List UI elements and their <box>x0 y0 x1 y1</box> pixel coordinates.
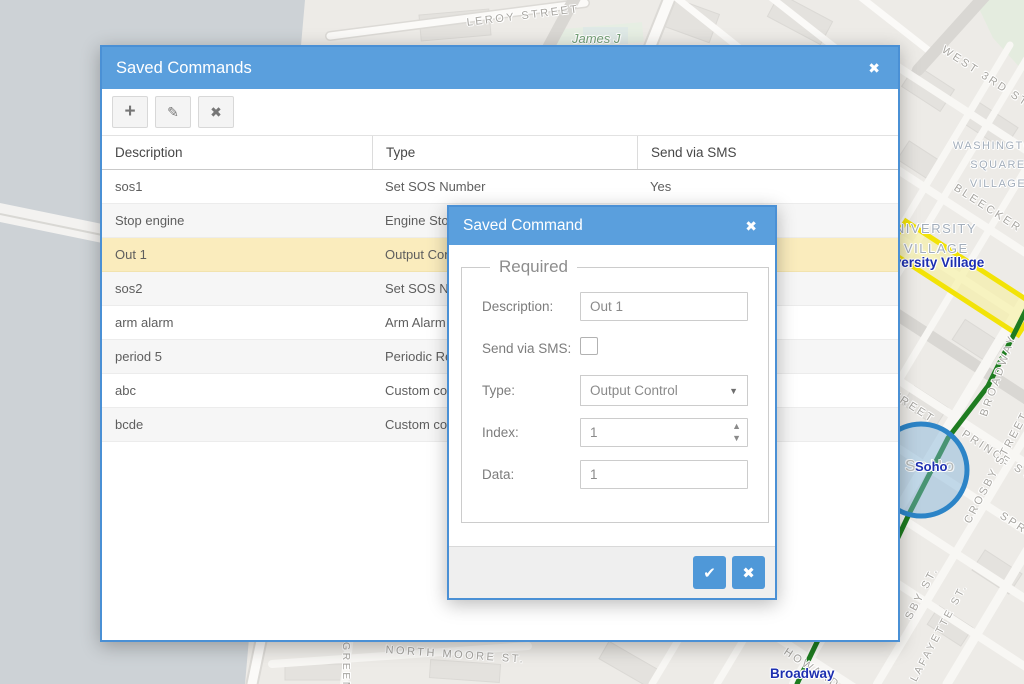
column-header-type[interactable]: Type <box>372 136 637 169</box>
description-field[interactable] <box>580 292 748 321</box>
saved-command-form: Required Description: Send via SMS: Type… <box>449 245 775 546</box>
cell-description: bcde <box>102 408 372 441</box>
table-header: Description Type Send via SMS <box>102 135 898 170</box>
poi-label-broadway: Broadway <box>770 666 835 681</box>
add-command-button[interactable]: + <box>112 96 148 128</box>
cell-description: abc <box>102 374 372 407</box>
checkmark-icon: ✔ <box>703 564 716 582</box>
cell-description: Stop engine <box>102 204 372 237</box>
cell-description: arm alarm <box>102 306 372 339</box>
type-label: Type: <box>482 383 580 398</box>
type-select[interactable]: Output Control ▼ <box>580 375 748 406</box>
delete-command-button[interactable]: ✖ <box>198 96 234 128</box>
dialog-title: Saved Commands <box>116 59 864 78</box>
close-icon: ✖ <box>742 564 755 582</box>
edit-command-button[interactable]: ✎ <box>155 96 191 128</box>
spinner-down-icon[interactable]: ▼ <box>732 433 741 445</box>
cell-sms: Yes <box>637 170 898 203</box>
saved-commands-titlebar[interactable]: Saved Commands ✖ <box>102 47 898 89</box>
area-label-park: James J <box>572 31 620 46</box>
dialog-title: Saved Command <box>463 217 741 235</box>
area-label-university-line2: VILLAGE <box>904 241 969 256</box>
send-via-sms-checkbox[interactable] <box>580 337 598 355</box>
spinner-up-icon[interactable]: ▲ <box>732 421 741 433</box>
index-spinner: ▲ ▼ <box>732 421 741 445</box>
column-header-sms[interactable]: Send via SMS <box>637 136 898 169</box>
saved-command-footer: ✔ ✖ <box>449 546 775 598</box>
plus-icon: + <box>124 101 135 123</box>
fieldset-legend: Required <box>490 257 577 277</box>
column-header-description[interactable]: Description <box>102 136 372 169</box>
cell-description: sos1 <box>102 170 372 203</box>
saved-command-dialog: Saved Command ✖ Required Description: Se… <box>447 205 777 600</box>
poi-label-soho: Soho <box>915 459 948 474</box>
index-label: Index: <box>482 425 580 440</box>
table-row[interactable]: sos1 Set SOS Number Yes <box>102 170 898 204</box>
send-via-sms-label: Send via SMS: <box>482 341 580 356</box>
close-icon[interactable]: ✖ <box>741 216 761 237</box>
cell-type: Set SOS Number <box>372 170 637 203</box>
street-label-greenwich: GREENWICH ST <box>340 642 352 684</box>
cell-description: sos2 <box>102 272 372 305</box>
cell-description: Out 1 <box>102 238 372 271</box>
data-field[interactable] <box>580 460 748 489</box>
pencil-icon: ✎ <box>167 104 179 121</box>
close-icon[interactable]: ✖ <box>864 58 884 79</box>
index-field[interactable] <box>580 418 748 447</box>
cancel-button[interactable]: ✖ <box>732 556 765 589</box>
saved-command-titlebar[interactable]: Saved Command ✖ <box>449 207 775 245</box>
app-screen: LEROY STREET WEST 3RD STREET BLEECKER ST… <box>0 0 1024 684</box>
data-label: Data: <box>482 467 580 482</box>
cell-description: period 5 <box>102 340 372 373</box>
required-fieldset: Required Description: Send via SMS: Type… <box>461 257 769 523</box>
confirm-button[interactable]: ✔ <box>693 556 726 589</box>
area-label-washington-square-village: WASHINGTON SQUARE VILLAGE <box>950 137 1024 194</box>
delete-icon: ✖ <box>210 104 222 121</box>
description-label: Description: <box>482 299 580 314</box>
commands-toolbar: + ✎ ✖ <box>102 89 898 135</box>
chevron-down-icon: ▼ <box>729 386 738 396</box>
type-select-value: Output Control <box>590 383 678 398</box>
